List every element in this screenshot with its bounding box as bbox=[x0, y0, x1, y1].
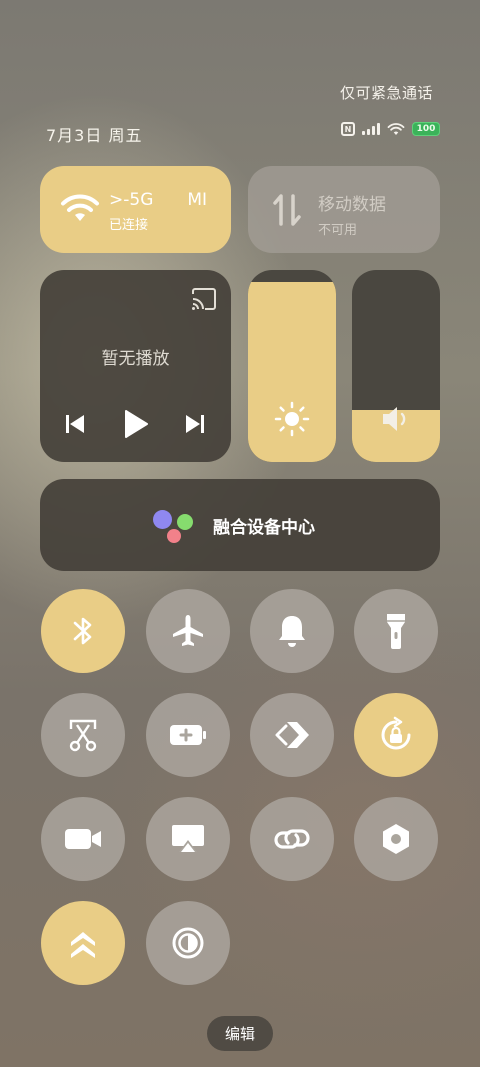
fusion-device-center[interactable]: 融合设备中心 bbox=[40, 479, 440, 571]
flashlight-icon bbox=[387, 614, 405, 649]
emergency-call-text: 仅可紧急通话 bbox=[339, 84, 433, 102]
wifi-icon bbox=[61, 194, 99, 221]
chevron-link-icon bbox=[275, 722, 309, 748]
bluetooth-icon bbox=[73, 617, 92, 645]
video-camera-icon bbox=[65, 829, 101, 849]
wifi-status: 已连接 bbox=[109, 218, 149, 233]
mobile-data-status: 不可用 bbox=[318, 223, 358, 238]
media-player-tile[interactable]: 暂无播放 bbox=[40, 270, 231, 462]
screen-mirror-toggle[interactable] bbox=[146, 797, 230, 881]
double-chevron-up-icon bbox=[71, 932, 95, 958]
link-toggle[interactable] bbox=[250, 797, 334, 881]
battery-plus-icon bbox=[170, 725, 206, 745]
play-icon[interactable] bbox=[123, 409, 149, 439]
airplane-mode-toggle[interactable] bbox=[146, 589, 230, 673]
bell-icon bbox=[279, 616, 305, 647]
fusion-logo-icon bbox=[153, 510, 172, 529]
fusion-label: 融合设备中心 bbox=[213, 518, 315, 538]
wifi-tile[interactable]: >-5G MI 已连接 bbox=[40, 166, 231, 253]
volume-slider[interactable] bbox=[352, 270, 440, 462]
bluetooth-toggle[interactable] bbox=[41, 589, 125, 673]
mobile-data-label: 移动数据 bbox=[318, 195, 386, 215]
eye-comfort-toggle[interactable] bbox=[146, 901, 230, 985]
connect-toggle[interactable] bbox=[250, 693, 334, 777]
nfc-hex-toggle[interactable] bbox=[354, 797, 438, 881]
screenshot-toggle[interactable] bbox=[41, 693, 125, 777]
date-text: 7月3日 周五 bbox=[46, 126, 143, 145]
link-icon bbox=[274, 829, 310, 849]
nfc-icon: N bbox=[341, 122, 355, 136]
edit-button[interactable]: 编辑 bbox=[207, 1016, 273, 1051]
performance-mode-toggle[interactable] bbox=[41, 901, 125, 985]
screen-record-toggle[interactable] bbox=[41, 797, 125, 881]
hexagon-icon bbox=[383, 824, 409, 854]
brightness-icon bbox=[274, 401, 310, 437]
rotation-lock-toggle[interactable] bbox=[354, 693, 438, 777]
data-transfer-icon bbox=[273, 194, 301, 226]
wifi-ssid: >-5G bbox=[109, 190, 154, 210]
airplay-icon bbox=[172, 825, 204, 852]
volume-icon bbox=[383, 407, 406, 431]
signal-icon bbox=[362, 123, 380, 135]
status-icons: N 100 bbox=[341, 122, 440, 136]
media-title: 暂无播放 bbox=[101, 349, 170, 369]
previous-icon[interactable] bbox=[64, 413, 86, 435]
brightness-slider[interactable] bbox=[248, 270, 336, 462]
wifi-icon bbox=[387, 123, 405, 135]
contrast-icon bbox=[172, 927, 204, 959]
rotation-lock-icon bbox=[381, 716, 411, 750]
battery-saver-toggle[interactable] bbox=[146, 693, 230, 777]
ringer-toggle[interactable] bbox=[250, 589, 334, 673]
mobile-data-tile[interactable]: 移动数据 不可用 bbox=[248, 166, 440, 253]
next-icon[interactable] bbox=[184, 413, 206, 435]
airplane-icon bbox=[173, 615, 203, 646]
wifi-ssid-extra: MI bbox=[187, 190, 208, 210]
flashlight-toggle[interactable] bbox=[354, 589, 438, 673]
screenshot-scissors-icon bbox=[69, 719, 97, 752]
cast-icon[interactable] bbox=[190, 287, 218, 311]
battery-icon: 100 bbox=[412, 122, 440, 136]
